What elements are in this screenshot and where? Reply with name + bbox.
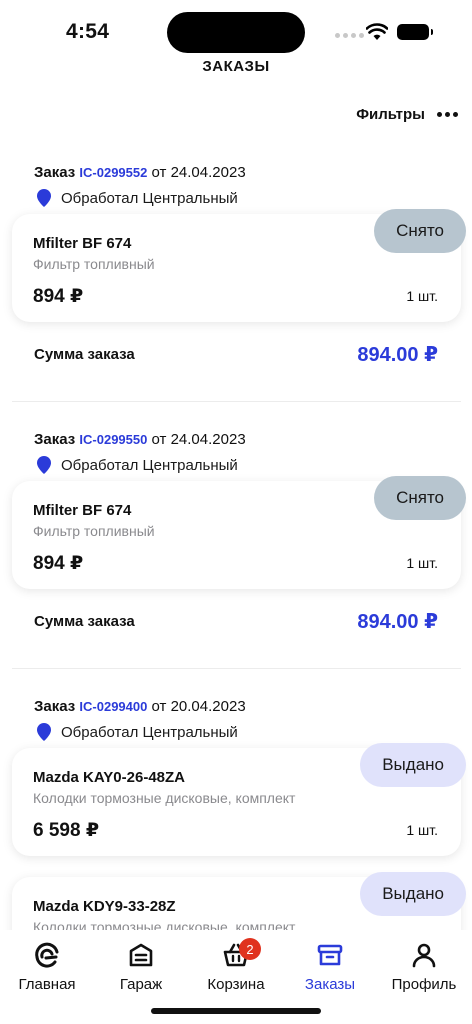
item-name: Mazda KDY9-33-28Z <box>33 898 176 915</box>
status-badge: Снято <box>374 476 466 520</box>
orders-box-icon <box>317 944 343 966</box>
order-sum-value: 894.00 ₽ <box>357 611 438 633</box>
tab-label: Гараж <box>119 976 163 993</box>
filters-button[interactable]: Фильтры <box>356 106 425 123</box>
order-office: Обработал Центральный <box>37 187 472 209</box>
order-office: Обработал Центральный <box>37 454 472 476</box>
location-pin-icon <box>37 456 51 474</box>
order-number[interactable]: IC-0299552 <box>79 165 147 180</box>
status-badge: Выдано <box>360 872 466 916</box>
item-quantity: 1 шт. <box>406 555 438 571</box>
cart-count-badge: 2 <box>239 938 261 960</box>
filters-row: Фильтры <box>356 106 458 123</box>
page-title: ЗАКАЗЫ <box>202 58 270 75</box>
order-block: Заказ IC-0299552 от 24.04.2023 Обработал… <box>0 162 472 209</box>
item-name: Mfilter BF 674 <box>33 235 132 252</box>
more-icon[interactable] <box>437 112 458 117</box>
item-price: 6 598 ₽ <box>33 820 100 841</box>
order-office: Обработал Центральный <box>37 721 472 743</box>
order-number[interactable]: IC-0299550 <box>79 432 147 447</box>
item-description: Фильтр топливный <box>33 256 155 272</box>
order-date: от 24.04.2023 <box>151 164 246 181</box>
location-pin-icon <box>37 723 51 741</box>
status-time: 4:54 <box>66 20 110 43</box>
battery-icon <box>397 24 433 40</box>
order-title: Заказ IC-0299550 от 24.04.2023 <box>34 431 246 448</box>
status-badge: Выдано <box>360 743 466 787</box>
status-bar: 4:54 <box>0 0 472 62</box>
item-price: 894 ₽ <box>33 553 84 574</box>
tab-home[interactable]: Главная <box>2 940 92 993</box>
item-quantity: 1 шт. <box>406 288 438 304</box>
tab-orders[interactable]: Заказы <box>285 940 375 993</box>
order-title: Заказ IC-0299552 от 24.04.2023 <box>34 164 246 181</box>
order-sum-label: Сумма заказа <box>34 613 135 630</box>
wifi-icon <box>366 23 388 40</box>
order-title: Заказ IC-0299400 от 20.04.2023 <box>34 698 246 715</box>
order-item-card[interactable]: Mazda KAY0-26-48ZA Колодки тормозные дис… <box>12 743 466 856</box>
dynamic-island <box>167 12 305 53</box>
order-block: Заказ IC-0299400 от 20.04.2023 Обработал… <box>0 696 472 743</box>
profile-icon <box>412 943 436 968</box>
item-quantity: 1 шт. <box>406 822 438 838</box>
tab-profile[interactable]: Профиль <box>379 940 469 993</box>
status-badge: Снято <box>374 209 466 253</box>
cellular-signal-icon <box>335 33 364 38</box>
tab-label: Профиль <box>391 976 457 993</box>
tab-label: Корзина <box>207 976 265 993</box>
tab-label: Главная <box>18 976 76 993</box>
item-name: Mfilter BF 674 <box>33 502 132 519</box>
tab-cart[interactable]: 2 Корзина <box>191 938 281 993</box>
home-indicator <box>151 1008 321 1014</box>
divider <box>12 668 461 669</box>
order-sum-label: Сумма заказа <box>34 346 135 363</box>
item-price: 894 ₽ <box>33 286 84 307</box>
order-sum-row: Сумма заказа 894.00 ₽ <box>34 342 438 367</box>
order-date: от 24.04.2023 <box>151 431 246 448</box>
tab-label: Заказы <box>304 976 356 993</box>
location-pin-icon <box>37 189 51 207</box>
divider <box>12 401 461 402</box>
order-number[interactable]: IC-0299400 <box>79 699 147 714</box>
order-block: Заказ IC-0299550 от 24.04.2023 Обработал… <box>0 429 472 476</box>
order-item-card[interactable]: Mfilter BF 674 Фильтр топливный 894 ₽ 1 … <box>12 476 466 589</box>
tab-garage[interactable]: Гараж <box>96 940 186 993</box>
item-description: Колодки тормозные дисковые, комплект <box>33 790 296 806</box>
home-logo-icon <box>35 942 59 968</box>
garage-icon <box>129 943 153 967</box>
order-sum-row: Сумма заказа 894.00 ₽ <box>34 609 438 634</box>
item-description: Фильтр топливный <box>33 523 155 539</box>
order-date: от 20.04.2023 <box>151 698 246 715</box>
order-sum-value: 894.00 ₽ <box>357 344 438 366</box>
item-name: Mazda KAY0-26-48ZA <box>33 769 185 786</box>
order-item-card[interactable]: Mfilter BF 674 Фильтр топливный 894 ₽ 1 … <box>12 209 466 322</box>
